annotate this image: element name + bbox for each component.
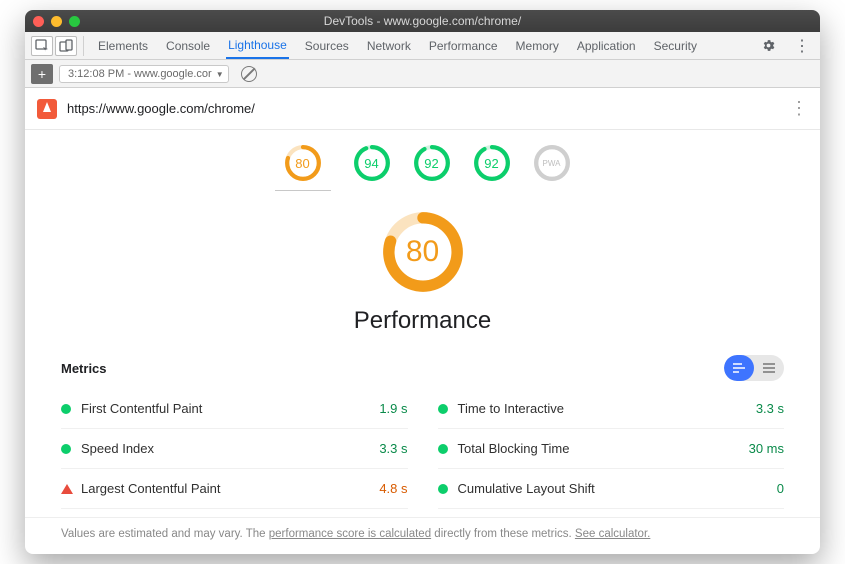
metric-row[interactable]: Time to Interactive 3.3 s <box>438 389 785 429</box>
metric-status-icon <box>61 484 73 494</box>
metrics-grid: First Contentful Paint 1.9 s Time to Int… <box>61 389 784 509</box>
metric-label: Total Blocking Time <box>458 441 749 456</box>
metric-value: 3.3 s <box>379 441 407 456</box>
lighthouse-toolbar: + 3:12:08 PM - www.google.cor <box>25 60 820 88</box>
metric-row[interactable]: First Contentful Paint 1.9 s <box>61 389 408 429</box>
metric-value: 0 <box>777 481 784 496</box>
tab-performance[interactable]: Performance <box>427 33 500 59</box>
metric-row[interactable]: Total Blocking Time 30 ms <box>438 429 785 469</box>
metrics-heading: Metrics <box>61 361 107 376</box>
tab-security[interactable]: Security <box>652 33 699 59</box>
metric-value: 3.3 s <box>756 401 784 416</box>
metrics-section: Metrics First Contentful Paint 1.9 s Tim… <box>25 341 820 517</box>
report-select[interactable]: 3:12:08 PM - www.google.cor <box>59 65 229 83</box>
metric-status-icon <box>61 404 71 414</box>
tab-sources[interactable]: Sources <box>303 33 351 59</box>
metric-status-icon <box>438 404 448 414</box>
view-toggle-compact-icon[interactable] <box>754 355 784 381</box>
tab-elements[interactable]: Elements <box>96 33 150 59</box>
settings-gear-icon[interactable] <box>756 35 780 57</box>
metric-label: Largest Contentful Paint <box>81 481 379 496</box>
footnote-link-calc[interactable]: See calculator. <box>575 528 650 540</box>
tab-console[interactable]: Console <box>164 33 212 59</box>
window-close-button[interactable] <box>33 16 44 27</box>
view-toggle-detailed-icon[interactable] <box>724 355 754 381</box>
footnote-link-score[interactable]: performance score is calculated <box>269 528 431 540</box>
metric-label: Cumulative Layout Shift <box>458 481 777 496</box>
more-menu-icon[interactable]: ⋮ <box>790 35 814 57</box>
performance-title: Performance <box>25 307 820 335</box>
metric-status-icon <box>61 444 71 454</box>
panel-tabs-row: Elements Console Lighthouse Sources Network P… <box>25 32 820 60</box>
panel-tabs: Elements Console Lighthouse Sources Network P… <box>96 32 754 59</box>
category-gauge-3[interactable]: 92 <box>473 144 511 182</box>
metric-status-icon <box>438 484 448 494</box>
window-titlebar: DevTools - www.google.com/chrome/ <box>25 10 820 32</box>
main-score-section: 80 Performance <box>25 201 820 341</box>
footnote-text: Values are estimated and may vary. The <box>61 528 269 540</box>
clear-icon[interactable] <box>241 66 257 82</box>
metric-row[interactable]: Largest Contentful Paint 4.8 s <box>61 469 408 509</box>
metric-status-icon <box>438 444 448 454</box>
metrics-view-toggle[interactable] <box>724 355 784 381</box>
metrics-footnote: Values are estimated and may vary. The p… <box>25 517 820 554</box>
devtools-window: DevTools - www.google.com/chrome/ Elemen… <box>25 10 820 554</box>
tab-lighthouse[interactable]: Lighthouse <box>226 32 289 59</box>
footnote-text-2: directly from these metrics. <box>431 528 575 540</box>
window-zoom-button[interactable] <box>69 16 80 27</box>
category-gauge-0[interactable]: 80 <box>284 144 322 182</box>
performance-gauge: 80 <box>382 211 464 293</box>
metric-value: 4.8 s <box>379 481 407 496</box>
window-minimize-button[interactable] <box>51 16 62 27</box>
inspect-element-icon[interactable] <box>31 36 53 56</box>
window-title: DevTools - www.google.com/chrome/ <box>25 14 820 28</box>
metric-value: 30 ms <box>749 441 784 456</box>
report-menu-icon[interactable]: ⋮ <box>790 98 808 119</box>
report-url-row: https://www.google.com/chrome/ ⋮ <box>25 88 820 130</box>
metric-label: Time to Interactive <box>458 401 756 416</box>
new-report-button[interactable]: + <box>31 64 53 84</box>
device-toolbar-icon[interactable] <box>55 36 77 56</box>
metric-row[interactable]: Cumulative Layout Shift 0 <box>438 469 785 509</box>
category-gauges-row: 80 94 92 92 PWA <box>25 130 820 201</box>
tab-application[interactable]: Application <box>575 33 638 59</box>
report-url: https://www.google.com/chrome/ <box>67 101 790 116</box>
metric-value: 1.9 s <box>379 401 407 416</box>
metric-row[interactable]: Speed Index 3.3 s <box>61 429 408 469</box>
category-gauge-2[interactable]: 92 <box>413 144 451 182</box>
lighthouse-icon <box>37 99 57 119</box>
metric-label: First Contentful Paint <box>81 401 379 416</box>
tab-memory[interactable]: Memory <box>514 33 561 59</box>
category-gauge-4[interactable]: PWA <box>533 144 571 182</box>
tab-network[interactable]: Network <box>365 33 413 59</box>
category-gauge-1[interactable]: 94 <box>353 144 391 182</box>
metric-label: Speed Index <box>81 441 379 456</box>
